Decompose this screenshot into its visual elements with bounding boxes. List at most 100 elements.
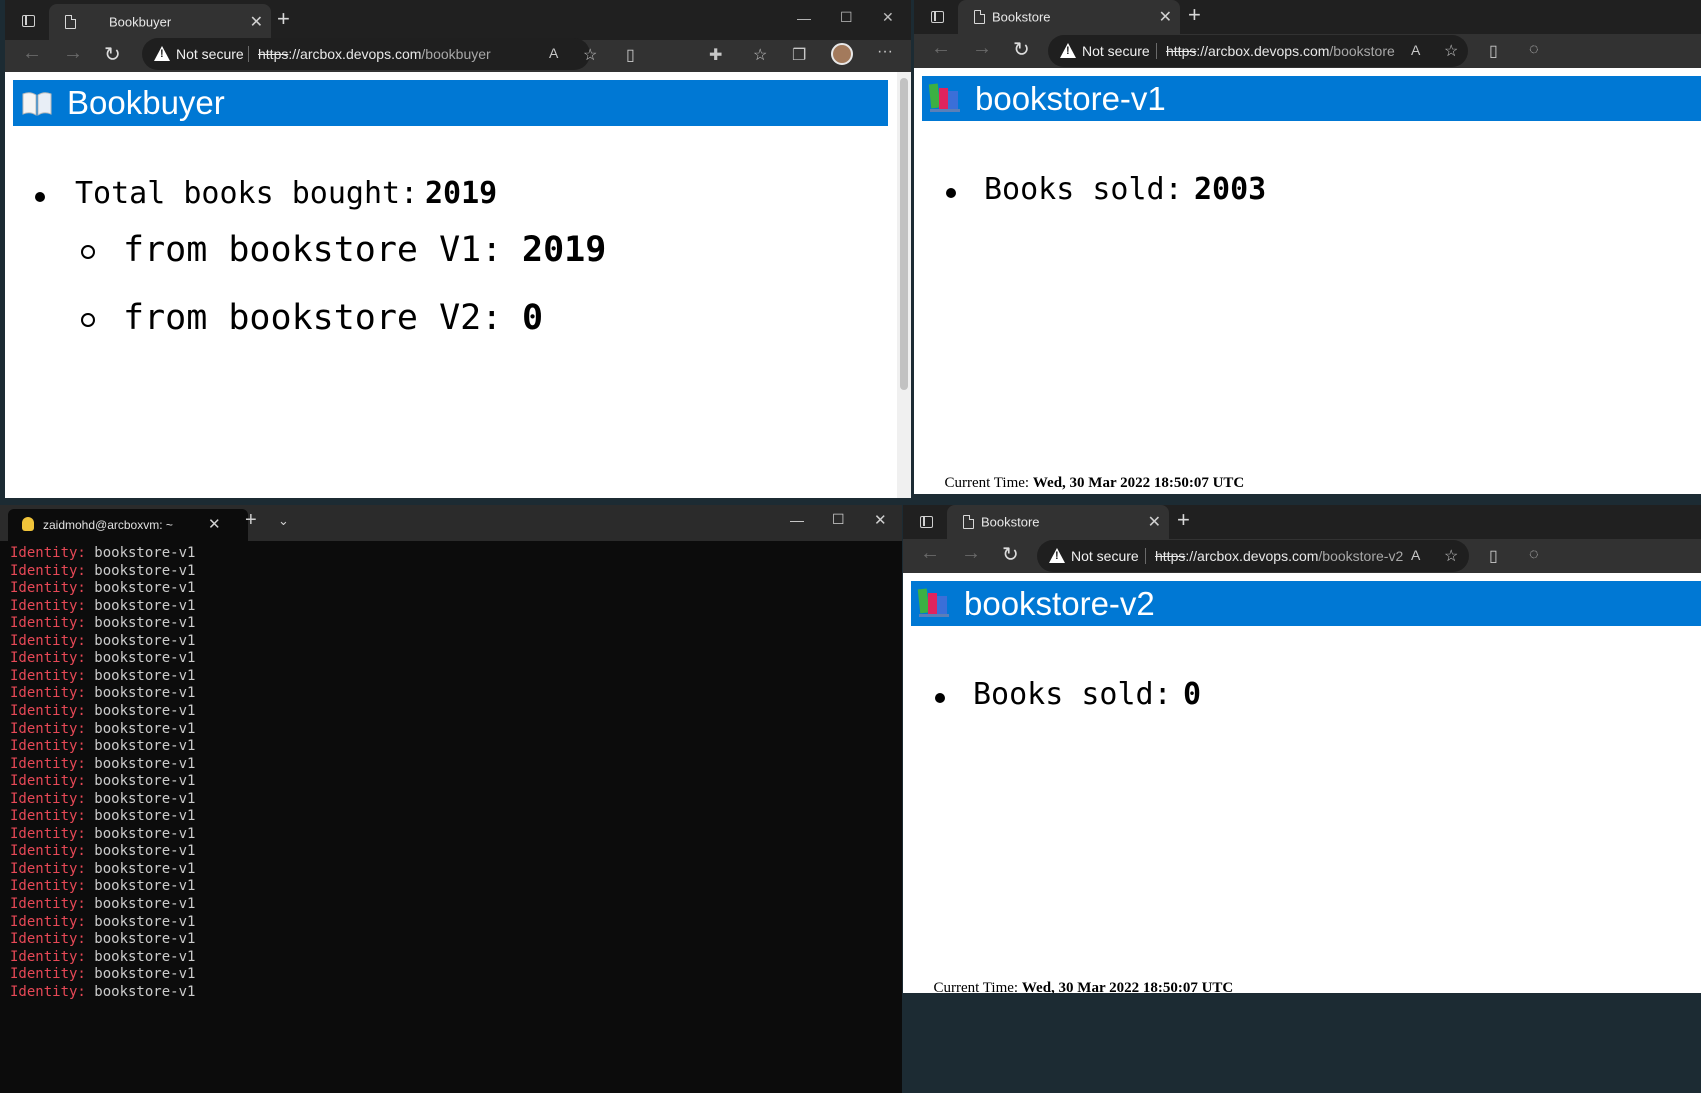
identity-value: bookstore-v1 [85,755,196,772]
address-bar[interactable]: Not secure https://arcbox.devops.com/boo… [142,38,590,70]
v2-value: 0 [522,298,544,338]
terminal-tab-title: zaidmohd@arcboxvm: ~ [43,518,173,532]
terminal-line: Identity: bookstore-v1 [10,633,195,649]
close-tab-icon[interactable]: ✕ [1159,7,1172,27]
not-secure-label: Not secure [1071,548,1139,564]
identity-key: Identity: [10,545,86,561]
sold-label: Books sold: [984,172,1201,207]
dropdown-chevron-icon[interactable]: ⌄ [278,513,289,529]
extension-icon[interactable]: ✚ [709,45,722,65]
terminal-line: Identity: bookstore-v1 [10,949,195,965]
total-value: 2019 [425,176,498,211]
page-icon [65,15,76,29]
refresh-button[interactable]: ↻ [104,42,121,67]
address-bar[interactable]: Not secure https://arcbox.devops.com/boo… [1037,540,1469,572]
terminal-tab[interactable]: zaidmohd@arcboxvm: ~ ✕ [8,509,248,541]
time-label: Current Time: [944,475,1033,491]
identity-value: bookstore-v1 [85,685,196,702]
identity-key: Identity: [10,650,86,667]
forward-button[interactable]: → [961,542,981,565]
page-heading: bookstore-v1 [975,79,1166,117]
close-tab-icon[interactable]: ✕ [208,515,221,533]
tab-actions-icon[interactable] [931,11,944,23]
tab-bookstore[interactable]: Bookstore ✕ [958,0,1180,34]
close-window-button[interactable]: ✕ [882,9,894,26]
refresh-button[interactable]: ↻ [1013,37,1030,62]
forward-button[interactable]: → [63,42,83,65]
identity-key: Identity: [10,825,86,842]
scrollbar[interactable] [897,72,911,498]
address-bar[interactable]: Not secure https://arcbox.devops.com/boo… [1048,35,1468,67]
identity-value: bookstore-v1 [85,738,196,755]
collections-icon[interactable]: ❐ [792,45,806,65]
page-icon [963,515,974,529]
identity-value: bookstore-v1 [85,667,196,684]
edge-bar-icon[interactable]: ◌ [1529,546,1539,564]
read-aloud-icon[interactable]: A [1411,547,1420,563]
maximize-button[interactable]: ☐ [832,511,845,528]
identity-key: Identity: [10,755,86,772]
office-icon[interactable]: ▯ [1489,41,1498,61]
add-favorite-icon[interactable]: ☆ [1444,546,1458,566]
read-aloud-icon[interactable]: A [549,45,558,61]
minimize-button[interactable]: — [790,512,804,528]
new-tab-button[interactable]: + [277,6,290,32]
identity-value: bookstore-v1 [85,720,196,737]
close-tab-icon[interactable]: ✕ [250,12,263,32]
terminal-line: Identity: bookstore-v1 [10,563,195,579]
minimize-button[interactable]: — [797,10,811,26]
current-time: Current Time: Wed, 30 Mar 2022 18:50:07 … [911,963,1234,993]
identity-key: Identity: [10,966,86,983]
tab-bookbuyer[interactable]: Bookbuyer ✕ [49,4,271,40]
more-options-icon[interactable]: ··· [877,43,893,61]
close-window-button[interactable]: ✕ [874,511,887,529]
edge-bar-icon[interactable]: ◌ [1529,41,1539,59]
identity-value: bookstore-v1 [85,843,196,860]
new-tab-button[interactable]: + [245,509,257,532]
bookstore-v2-browser-window: Bookstore ✕ + ← → ↻ Not secure https://a… [903,505,1701,993]
identity-value: bookstore-v1 [85,615,196,632]
identity-key: Identity: [10,808,86,825]
office-icon[interactable]: ▯ [1489,546,1498,566]
url-text: https://arcbox.devops.com/bookbuyer [258,46,491,62]
terminal-line: Identity: bookstore-v1 [10,545,195,561]
browser-toolbar: ← → ↻ Not secure https://arcbox.devops.c… [5,38,911,72]
read-aloud-icon[interactable]: A [1411,42,1420,58]
identity-key: Identity: [10,773,86,790]
terminal-line: Identity: bookstore-v1 [10,931,195,947]
terminal-line: Identity: bookstore-v1 [10,896,195,912]
terminal-line: Identity: bookstore-v1 [10,650,195,666]
address-separator [248,46,249,62]
identity-key: Identity: [10,983,86,1000]
forward-button[interactable]: → [972,37,992,60]
back-button[interactable]: ← [22,42,42,65]
identity-value: bookstore-v1 [85,562,196,579]
tab-bookstore[interactable]: Bookstore ✕ [947,505,1169,539]
open-book-icon [22,92,52,116]
back-button[interactable]: ← [920,542,940,565]
identity-value: bookstore-v1 [85,597,196,614]
identity-value: bookstore-v1 [85,825,196,842]
bookstore-v1-page: bookstore-v1 Books sold: 2003 Current Ti… [914,68,1701,494]
browser-toolbar: ← → ↻ Not secure https://arcbox.devops.c… [903,539,1701,573]
total-label: Total books bought: [75,176,437,211]
add-favorite-icon[interactable]: ☆ [583,45,597,65]
scrollbar-thumb[interactable] [900,78,908,390]
not-secure-label: Not secure [176,46,244,62]
favorites-icon[interactable]: ☆ [753,45,767,65]
office-icon[interactable]: ▯ [626,45,635,65]
time-value: Wed, 30 Mar 2022 18:50:07 UTC [1032,475,1245,491]
back-button[interactable]: ← [931,37,951,60]
new-tab-button[interactable]: + [1188,2,1201,28]
profile-avatar[interactable] [831,43,853,65]
identity-value: bookstore-v1 [85,983,196,1000]
close-tab-icon[interactable]: ✕ [1148,512,1161,532]
identity-value: bookstore-v1 [85,878,196,895]
refresh-button[interactable]: ↻ [1002,542,1019,567]
maximize-button[interactable]: ☐ [840,9,853,26]
sold-value: 2003 [1194,172,1267,207]
tab-actions-icon[interactable] [22,15,35,27]
new-tab-button[interactable]: + [1177,507,1190,533]
tab-actions-icon[interactable] [920,516,933,528]
add-favorite-icon[interactable]: ☆ [1444,41,1458,61]
